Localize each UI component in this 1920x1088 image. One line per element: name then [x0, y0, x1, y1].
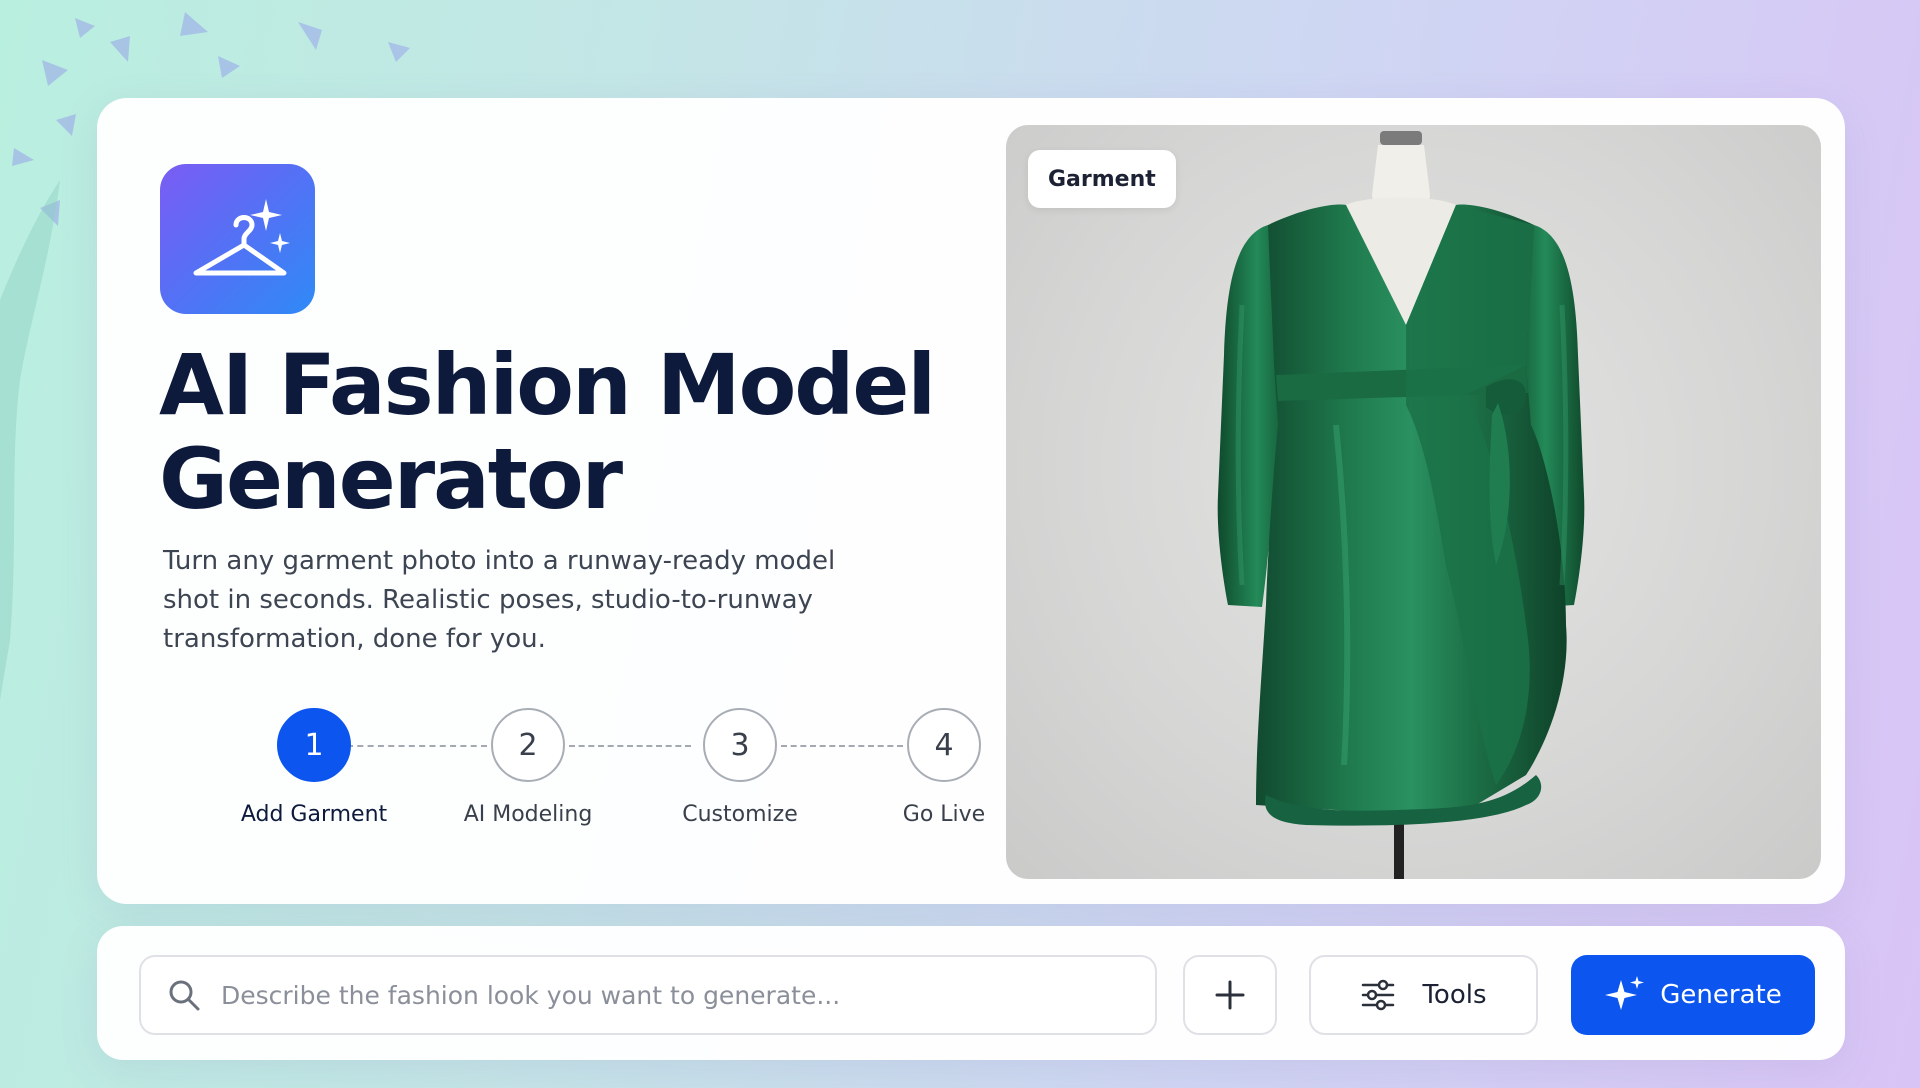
step-number: 3 [703, 708, 777, 782]
page-subtitle: Turn any garment photo into a runway-rea… [163, 546, 836, 654]
progress-stepper: 1 Add Garment 2 AI Modeling 3 Customize … [137, 708, 985, 838]
tools-button[interactable]: Tools [1309, 955, 1538, 1035]
step-number: 2 [491, 708, 565, 782]
step-number: 1 [277, 708, 351, 782]
prompt-bar: Tools Generate [97, 926, 1845, 1060]
step-number: 4 [907, 708, 981, 782]
prompt-field[interactable] [139, 955, 1157, 1035]
step-label: Add Garment [240, 802, 388, 827]
prompt-input[interactable] [221, 965, 1155, 1025]
add-button[interactable] [1183, 955, 1277, 1035]
garment-preview: Garment [1006, 125, 1821, 879]
dress-on-mannequin-image [1217, 131, 1585, 879]
step-customize[interactable]: 3 Customize [650, 708, 830, 827]
hanger-sparkle-icon [193, 199, 290, 276]
plus-icon [1215, 980, 1245, 1010]
tools-label: Tools [1422, 980, 1487, 1010]
hero-card: AI Fashion Model Generator Turn any garm… [97, 98, 1845, 904]
garment-badge: Garment [1028, 150, 1176, 208]
app-logo [160, 164, 315, 314]
step-add-garment[interactable]: 1 Add Garment [224, 708, 404, 827]
sparkle-icon [1605, 976, 1645, 1010]
page-title: AI Fashion Model Generator [159, 336, 936, 528]
generate-label: Generate [1660, 980, 1782, 1010]
step-label: Customize [682, 802, 798, 827]
sliders-icon [1362, 979, 1395, 1011]
step-label: AI Modeling [463, 802, 593, 827]
step-ai-modeling[interactable]: 2 AI Modeling [438, 708, 618, 827]
generate-button[interactable]: Generate [1571, 955, 1815, 1035]
search-icon [169, 980, 200, 1011]
